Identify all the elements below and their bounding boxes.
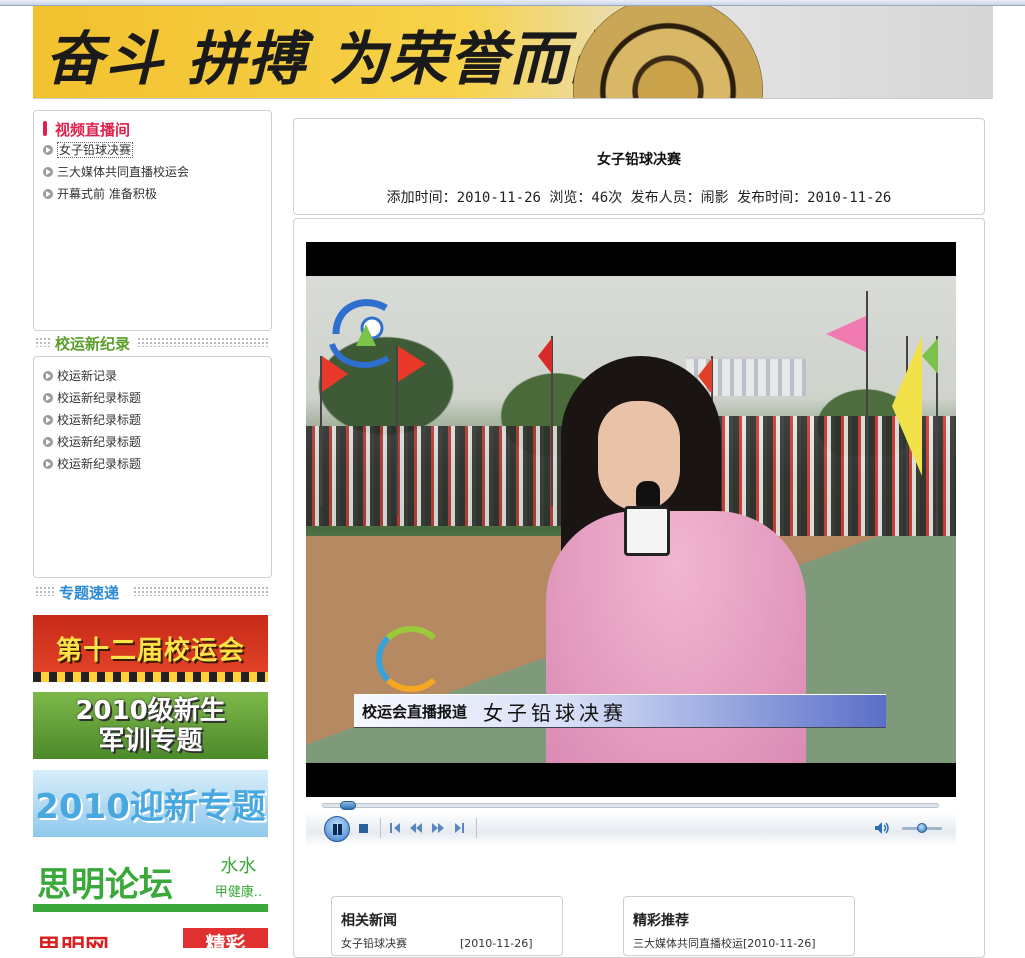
article-title: 女子铅球决赛 [597,152,681,168]
promo-side-text: 水水 甲健康.. [215,854,262,906]
records-list-item[interactable]: 校运新记录 [43,365,141,387]
video-list-label[interactable]: 开幕式前 准备积极 [57,187,157,201]
related-news-link[interactable]: 女子铅球决赛 [341,937,407,950]
header-banner: 奋斗 拼搏 为荣誉而战! [33,6,993,99]
video-live-panel: 视频直播间 女子铅球决赛 三大媒体共同直播校运会 开幕式前 准备积极 [33,110,272,331]
records-list-item[interactable]: 校运新纪录标题 [43,387,141,409]
promo-side-text: 精彩 [183,928,268,948]
freshman-training-promo-banner[interactable]: 2010级新生 军训专题 [33,692,268,759]
video-list-item[interactable]: 三大媒体共同直播校运会 [43,161,189,183]
flag [922,338,938,374]
control-separator [380,818,381,838]
related-news-date: [2010-11-26] [460,937,533,950]
related-news-row[interactable]: 女子铅球决赛 [2010-11-26] [341,935,533,951]
flag [826,316,866,352]
video-list-label[interactable]: 三大媒体共同直播校运会 [57,165,189,179]
rewind-icon[interactable] [410,823,424,833]
dotted-divider [35,586,55,596]
video-frame[interactable]: 校运会直播报道 女子铅球决赛 [306,276,956,763]
records-section-title: 校运新纪录 [53,333,133,354]
video-list-item[interactable]: 女子铅球决赛 [43,139,189,161]
topics-section-title: 专题速递 [57,582,122,603]
related-news-title: 相关新闻 [341,913,397,929]
records-list-item[interactable]: 校运新纪录标题 [43,453,141,475]
records-list-label[interactable]: 校运新纪录标题 [57,391,141,405]
recommend-title: 精彩推荐 [633,913,689,929]
promo-text-line1: 2010级新生 [75,695,226,726]
video-list-label[interactable]: 女子铅球决赛 [57,142,134,158]
dotted-divider [35,337,51,347]
dotted-divider [137,337,269,347]
seek-bar[interactable] [322,803,939,808]
recommend-link[interactable]: 三大媒体共同直播校运[2010-11-26] [633,937,816,950]
skip-previous-icon[interactable] [390,823,404,833]
recommend-box: 精彩推荐 三大媒体共同直播校运[2010-11-26] [623,896,855,956]
records-list-label[interactable]: 校运新记录 [57,369,117,383]
tv-station-logo [329,299,390,369]
seek-thumb[interactable] [340,801,356,810]
recommend-row[interactable]: 三大媒体共同直播校运[2010-11-26] [633,935,816,951]
skip-next-icon[interactable] [455,823,469,833]
records-list-label[interactable]: 校运新纪录标题 [57,413,141,427]
flag [538,338,552,374]
sports-meet-promo-banner[interactable]: 第十二届校运会 [33,615,268,682]
promo-text: 2010迎新专题 [35,787,266,827]
promo-text-line2: 军训专题 [98,725,203,756]
dotted-divider [133,586,269,596]
pause-icon[interactable] [324,816,350,842]
welcome-freshmen-promo-banner[interactable]: 2010迎新专题 [33,770,268,837]
play-bullet-icon [43,189,53,199]
promo-side-line2: 甲健康.. [214,885,262,900]
records-list-item[interactable]: 校运新纪录标题 [43,409,141,431]
stop-icon[interactable] [359,824,368,833]
forum-promo-banner[interactable]: 思明论坛 水水 甲健康.. [33,850,268,912]
flag [398,346,426,382]
promo-text: 思明网 [37,934,109,948]
volume-slider-thumb[interactable] [917,823,927,833]
promo-side-line1: 水水 [220,856,257,877]
website-promo-banner[interactable]: 思明网 精彩 [33,928,268,948]
lower-third-caption-bar: 校运会直播报道 女子铅球决赛 [354,694,886,728]
related-news-box: 相关新闻 女子铅球决赛 [2010-11-26] [331,896,563,956]
article-header: 女子铅球决赛 添加时间：2010-11-26 浏览：46次 发布人员：闹影 发布… [293,118,985,215]
records-list-label[interactable]: 校运新纪录标题 [57,457,141,471]
speaker-icon[interactable] [874,821,890,835]
records-panel: 校运新记录 校运新纪录标题 校运新纪录标题 校运新纪录标题 校运新纪录标题 [33,356,272,578]
article-meta: 添加时间：2010-11-26 浏览：46次 发布人员：闹影 发布时间：2010… [386,190,892,206]
play-bullet-icon [43,371,53,381]
control-separator [476,818,477,838]
records-list-item[interactable]: 校运新纪录标题 [43,431,141,453]
flag-pole [866,291,868,551]
promo-text: 第十二届校运会 [55,636,245,666]
topics-section-header: 专题速递 [33,582,272,603]
video-panel-title: 视频直播间 [43,119,130,140]
fast-forward-icon[interactable] [432,823,446,833]
records-section-header: 校运新纪录 [33,333,272,354]
play-bullet-icon [43,167,53,177]
play-bullet-icon [43,437,53,447]
video-player[interactable]: 校运会直播报道 女子铅球决赛 [306,242,956,797]
play-bullet-icon [43,459,53,469]
video-list: 女子铅球决赛 三大媒体共同直播校运会 开幕式前 准备积极 [43,139,189,205]
banner-slogan: 奋斗 拼搏 为荣誉而战! [45,25,657,93]
records-list-label[interactable]: 校运新纪录标题 [57,435,141,449]
play-bullet-icon [43,145,53,155]
records-list: 校运新记录 校运新纪录标题 校运新纪录标题 校运新纪录标题 校运新纪录标题 [43,365,141,475]
play-bullet-icon [43,415,53,425]
lower-third-caption: 女子铅球决赛 [483,700,628,725]
flag [892,336,922,476]
play-bullet-icon [43,393,53,403]
video-list-item[interactable]: 开幕式前 准备积极 [43,183,189,205]
sports-meet-logo [376,626,446,692]
lower-third-tag: 校运会直播报道 [362,702,468,721]
player-control-bar [306,812,956,846]
promo-text: 思明论坛 [37,864,173,905]
microphone-flag [624,506,670,556]
